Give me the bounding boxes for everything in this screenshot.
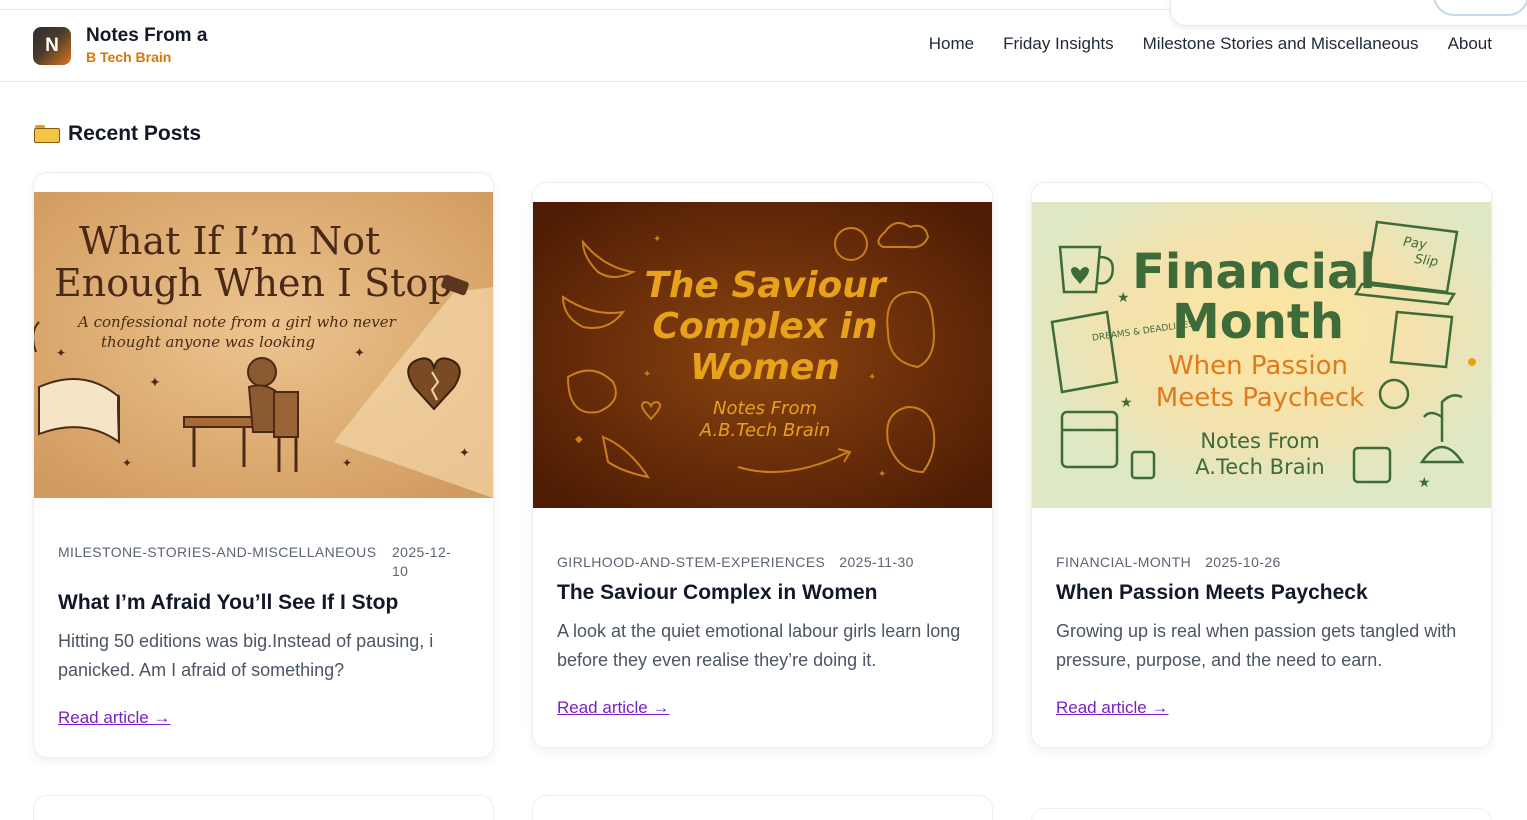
post-thumbnail[interactable]: The Saviour Complex in Women Notes From … <box>533 202 992 508</box>
post-thumbnail[interactable]: What If I’m Not Enough When I Stop A con… <box>34 192 493 498</box>
svg-text:✦: ✦ <box>868 372 876 383</box>
read-article-link[interactable]: Read article → <box>1056 698 1168 718</box>
image-sub-2: Meets Paycheck <box>1156 383 1364 413</box>
image-caption-2: A.Tech Brain <box>1195 455 1324 479</box>
image-caption-1: Notes From <box>1200 429 1319 453</box>
post-card-partial[interactable] <box>33 795 494 820</box>
svg-text:★: ★ <box>1117 289 1130 305</box>
read-article-link[interactable]: Read article → <box>557 698 669 718</box>
post-date: 2025-11-30 <box>839 554 914 570</box>
post-card[interactable]: What If I’m Not Enough When I Stop A con… <box>33 172 494 758</box>
image-heading-1: The Saviour <box>644 265 888 306</box>
post-date: 2025-12-10 <box>392 544 452 579</box>
folder-icon <box>34 125 60 143</box>
read-article-link[interactable]: Read article → <box>58 708 170 728</box>
post-excerpt: Growing up is real when passion gets tan… <box>1056 621 1457 670</box>
main-nav: Home Friday Insights Milestone Stories a… <box>929 34 1492 54</box>
site-subtitle: B Tech Brain <box>86 49 172 65</box>
svg-text:✦: ✦ <box>878 469 886 480</box>
nav-home[interactable]: Home <box>929 34 974 54</box>
svg-text:✦: ✦ <box>354 345 365 360</box>
post-card[interactable]: Financial Month When Passion Meets Paych… <box>1031 182 1492 748</box>
image-caption-1: A confessional note from a girl who neve… <box>76 313 397 331</box>
image-caption-2: A.B.Tech Brain <box>699 420 831 441</box>
image-sub-1: When Passion <box>1168 351 1348 381</box>
post-excerpt: A look at the quiet emotional labour gir… <box>557 621 961 670</box>
section-heading: Recent Posts <box>34 122 201 146</box>
image-heading-2: Month <box>1172 294 1344 350</box>
svg-text:✦: ✦ <box>643 369 651 380</box>
svg-text:★: ★ <box>1418 474 1431 490</box>
image-heading-2: Complex in <box>653 306 878 347</box>
post-date: 2025-10-26 <box>1205 554 1281 570</box>
image-heading-3: Women <box>690 347 840 388</box>
svg-text:★: ★ <box>1120 394 1133 410</box>
site-logo[interactable]: N <box>33 27 71 65</box>
post-title[interactable]: The Saviour Complex in Women <box>557 581 968 605</box>
post-title[interactable]: When Passion Meets Paycheck <box>1056 581 1467 605</box>
post-card-partial[interactable] <box>532 795 993 820</box>
post-title[interactable]: What I’m Afraid You’ll See If I Stop <box>58 591 469 615</box>
image-caption-1: Notes From <box>713 398 817 419</box>
post-meta: FINANCIAL-MONTH 2025-10-26 <box>1056 553 1281 572</box>
svg-text:✦: ✦ <box>122 456 132 470</box>
nav-friday-insights[interactable]: Friday Insights <box>1003 34 1114 54</box>
image-caption-2: thought anyone was looking <box>101 333 315 351</box>
section-title: Recent Posts <box>68 122 202 145</box>
site-title[interactable]: Notes From a <box>86 25 207 47</box>
post-meta: MILESTONE-STORIES-AND-MISCELLANEOUS 2025… <box>58 543 454 581</box>
post-category[interactable]: MILESTONE-STORIES-AND-MISCELLANEOUS <box>58 543 378 581</box>
post-card-partial[interactable] <box>1031 808 1492 820</box>
image-heading-2: Enough When I Stop <box>54 261 453 305</box>
svg-text:✦: ✦ <box>342 456 352 470</box>
image-heading-1: What If I’m Not <box>79 219 380 263</box>
nav-about[interactable]: About <box>1448 34 1492 54</box>
post-meta: GIRLHOOD-AND-STEM-EXPERIENCES 2025-11-30 <box>557 553 914 572</box>
svg-text:✦: ✦ <box>459 445 470 460</box>
nav-milestone-stories[interactable]: Milestone Stories and Miscellaneous <box>1143 34 1419 54</box>
post-category[interactable]: FINANCIAL-MONTH <box>1056 553 1191 572</box>
image-heading-1: Financial <box>1132 244 1376 300</box>
post-category[interactable]: GIRLHOOD-AND-STEM-EXPERIENCES <box>557 553 825 572</box>
post-card[interactable]: The Saviour Complex in Women Notes From … <box>532 182 993 748</box>
post-thumbnail[interactable]: Financial Month When Passion Meets Paych… <box>1032 202 1491 508</box>
svg-text:✦: ✦ <box>653 234 661 245</box>
svg-text:✦: ✦ <box>149 374 161 390</box>
post-excerpt: Hitting 50 editions was big.Instead of p… <box>58 631 434 680</box>
svg-text:◆: ◆ <box>575 434 583 445</box>
floating-search-button[interactable] <box>1433 0 1527 16</box>
svg-text:✦: ✦ <box>56 346 66 360</box>
